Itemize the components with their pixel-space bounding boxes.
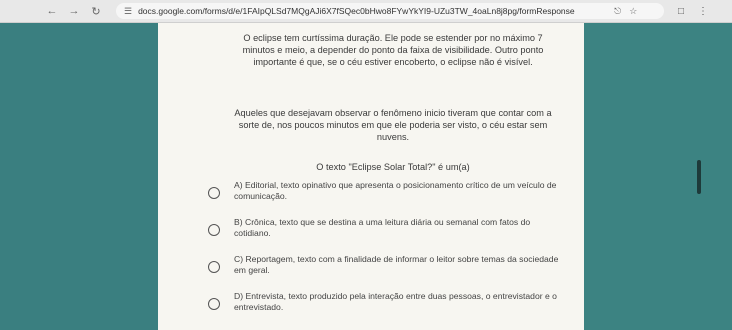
text-paragraph-1: O eclipse tem curtíssima duração. Ele po…: [242, 33, 544, 67]
text-paragraph-2: Aqueles que desejavam observar o fenômen…: [234, 108, 552, 142]
option-a[interactable]: A) Editorial, texto opinativo que aprese…: [208, 180, 568, 206]
browser-toolbar: ← → ↻ ☰ docs.google.com/forms/d/e/1FAIpQ…: [0, 0, 732, 23]
address-bar[interactable]: ☰ docs.google.com/forms/d/e/1FAIpQLSd7MQ…: [116, 3, 664, 19]
menu-icon[interactable]: ⋮: [698, 6, 708, 17]
address-bar-icons: ⎋ ☆: [614, 6, 637, 17]
forward-arrow-icon[interactable]: →: [68, 5, 80, 17]
option-b[interactable]: B) Crônica, texto que se destina a uma l…: [208, 217, 568, 243]
translate-icon[interactable]: ⎋: [614, 6, 621, 17]
radio-button-a[interactable]: [208, 187, 220, 199]
question-title: O texto "Eclipse Solar Total?" é um(a): [316, 162, 470, 172]
form-card: O eclipse tem curtíssima duração. Ele po…: [158, 23, 584, 330]
back-arrow-icon[interactable]: ←: [46, 5, 58, 17]
tab-icon[interactable]: □: [678, 6, 684, 17]
url-text: docs.google.com/forms/d/e/1FAIpQLSd7MQgA…: [138, 6, 575, 16]
radio-button-b[interactable]: [208, 224, 220, 236]
option-c[interactable]: C) Reportagem, texto com a finalidade de…: [208, 254, 568, 280]
toolbar-right-icons: □ ⋮: [678, 6, 708, 17]
nav-buttons: ← → ↻: [0, 5, 102, 18]
option-d[interactable]: D) Entrevista, texto produzido pela inte…: [208, 291, 568, 317]
option-a-label: A) Editorial, texto opinativo que aprese…: [234, 180, 557, 201]
option-c-label: C) Reportagem, texto com a finalidade de…: [234, 254, 559, 275]
scrollbar-thumb[interactable]: [697, 160, 701, 194]
reload-icon[interactable]: ↻: [90, 5, 102, 18]
site-settings-icon[interactable]: ☰: [124, 6, 132, 17]
star-icon[interactable]: ☆: [629, 6, 637, 17]
option-b-label: B) Crônica, texto que se destina a uma l…: [234, 217, 531, 238]
page-background-left: [0, 23, 158, 330]
option-d-label: D) Entrevista, texto produzido pela inte…: [234, 291, 557, 312]
radio-button-d[interactable]: [208, 298, 220, 310]
radio-button-c[interactable]: [208, 261, 220, 273]
page-background-right: [584, 23, 732, 330]
